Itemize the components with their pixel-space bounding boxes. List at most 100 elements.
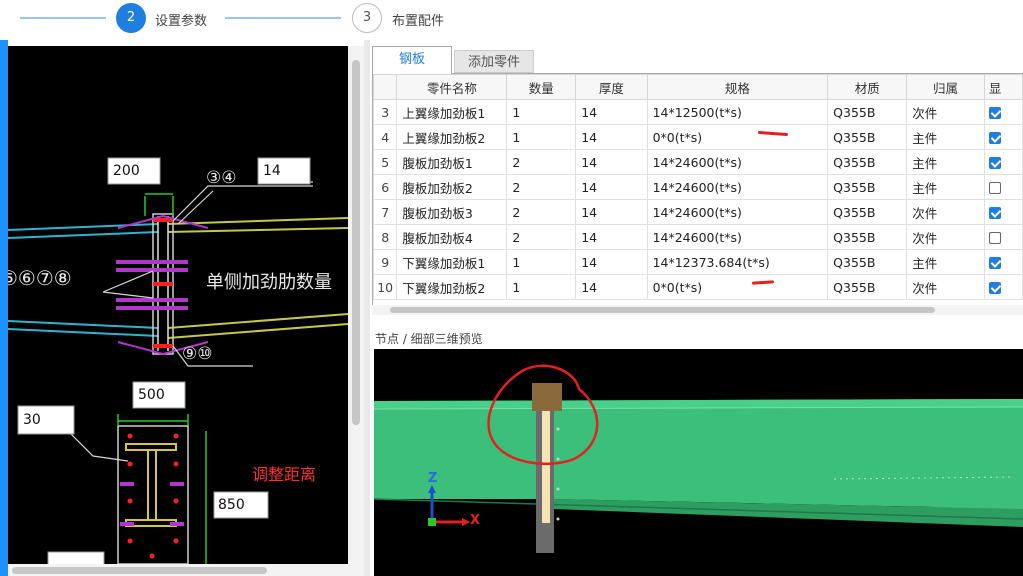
table-row[interactable]: 5 腹板加劲板1 2 14 14*24600(t*s) Q355B 主件 <box>373 149 1023 175</box>
show-checkbox[interactable] <box>988 132 1001 144</box>
show-checkbox[interactable] <box>988 257 1001 269</box>
cell-show <box>983 199 1023 225</box>
cad-drawing-view[interactable]: 200 14 ③④ ⑤⑥⑦⑧ ⑨⑩ 单侧加劲肋数量 500 30 850 调整距… <box>8 46 348 564</box>
stiffener-plates <box>116 193 209 356</box>
cell-thickness[interactable]: 14 <box>575 174 648 200</box>
dimension-thickness-top[interactable]: 14 <box>263 163 281 179</box>
table-row[interactable]: 3 上翼缘加劲板1 1 14 14*12500(t*s) Q355B 次件 <box>373 99 1023 125</box>
table-row[interactable]: 8 腹板加劲板4 2 14 14*24600(t*s) Q355B 次件 <box>373 224 1023 250</box>
step-3-indicator[interactable]: 3 <box>352 3 382 33</box>
cell-thickness[interactable]: 14 <box>575 124 648 150</box>
row-index: 10 <box>373 274 398 300</box>
cell-thickness[interactable]: 14 <box>575 199 648 225</box>
show-checkbox[interactable] <box>988 107 1001 119</box>
cell-name[interactable]: 腹板加劲板1 <box>396 149 508 175</box>
cell-material[interactable]: Q355B <box>827 224 908 250</box>
col-header-thickness[interactable]: 厚度 <box>575 74 648 100</box>
cell-belong[interactable]: 主件 <box>906 124 985 150</box>
table-row[interactable]: 6 腹板加劲板2 2 14 14*24600(t*s) Q355B 主件 <box>373 174 1023 200</box>
cell-thickness[interactable]: 14 <box>575 274 648 300</box>
col-header-qty[interactable]: 数量 <box>506 74 577 100</box>
step-connector <box>225 17 341 19</box>
cell-thickness[interactable]: 14 <box>575 249 648 275</box>
cell-belong[interactable]: 次件 <box>906 274 985 300</box>
cell-qty[interactable]: 2 <box>506 149 577 175</box>
row-index: 3 <box>373 99 398 125</box>
col-header-show[interactable]: 显 <box>983 74 1023 100</box>
cell-belong[interactable]: 主件 <box>906 149 985 175</box>
cell-qty[interactable]: 2 <box>506 174 577 200</box>
cad-horizontal-scroll-thumb[interactable] <box>12 567 267 574</box>
cell-material[interactable]: Q355B <box>827 249 908 275</box>
callout-bottom: ⑨⑩ <box>182 344 213 364</box>
tab-add-part[interactable]: 添加零件 <box>454 50 534 73</box>
cad-drawing <box>8 157 348 564</box>
cell-belong[interactable]: 主件 <box>906 249 985 275</box>
cell-thickness[interactable]: 14 <box>575 99 648 125</box>
show-checkbox[interactable] <box>988 282 1001 294</box>
cell-spec[interactable]: 14*12500(t*s) <box>646 99 829 125</box>
cell-name[interactable]: 下翼缘加劲板1 <box>396 249 508 275</box>
dimension-height-value[interactable]: 850 <box>218 497 245 513</box>
col-header-belong[interactable]: 归属 <box>906 74 985 100</box>
cell-spec[interactable]: 14*24600(t*s) <box>646 174 829 200</box>
cell-name[interactable]: 腹板加劲板4 <box>396 224 508 250</box>
cell-qty[interactable]: 1 <box>506 99 577 125</box>
table-row[interactable]: 4 上翼缘加劲板2 1 14 0*0(t*s) Q355B 主件 <box>373 124 1023 150</box>
cell-qty[interactable]: 2 <box>506 224 577 250</box>
cell-show <box>983 99 1023 125</box>
cell-qty[interactable]: 1 <box>506 124 577 150</box>
cell-material[interactable]: Q355B <box>827 124 908 150</box>
cell-belong[interactable]: 主件 <box>906 174 985 200</box>
table-header-row: 零件名称 数量 厚度 规格 材质 归属 显 <box>373 74 1023 100</box>
col-header-material[interactable]: 材质 <box>827 74 908 100</box>
cell-name[interactable]: 下翼缘加劲板2 <box>396 274 508 300</box>
row-index: 6 <box>373 174 398 200</box>
cad-vertical-scroll-thumb[interactable] <box>352 60 360 425</box>
table-row[interactable]: 10 下翼缘加劲板2 1 14 0*0(t*s) Q355B 次件 <box>373 274 1023 300</box>
cell-qty[interactable]: 1 <box>506 274 577 300</box>
panel-splitter[interactable] <box>364 40 370 576</box>
table-row[interactable]: 7 腹板加劲板3 2 14 14*24600(t*s) Q355B 次件 <box>373 199 1023 225</box>
cell-spec[interactable]: 14*24600(t*s) <box>646 149 829 175</box>
row-index: 5 <box>373 149 398 175</box>
cell-qty[interactable]: 2 <box>506 199 577 225</box>
preview-3d-viewport[interactable]: Z X <box>374 349 1023 576</box>
dimension-width-top[interactable]: 200 <box>113 163 140 179</box>
cell-thickness[interactable]: 14 <box>575 149 648 175</box>
cell-material[interactable]: Q355B <box>827 149 908 175</box>
col-header-spec[interactable]: 规格 <box>646 74 829 100</box>
tab-steel-plate[interactable]: 钢板 <box>372 46 452 74</box>
dimension-width-bottom[interactable]: 500 <box>138 387 165 403</box>
cell-show <box>983 274 1023 300</box>
cell-belong[interactable]: 次件 <box>906 99 985 125</box>
cell-material[interactable]: Q355B <box>827 199 908 225</box>
cell-spec[interactable]: 0*0(t*s) <box>646 274 829 300</box>
cell-spec[interactable]: 0*0(t*s) <box>646 124 829 150</box>
step-2-indicator[interactable]: 2 <box>116 3 146 33</box>
cell-thickness[interactable]: 14 <box>575 224 648 250</box>
step-3-label[interactable]: 布置配件 <box>392 10 444 29</box>
show-checkbox[interactable] <box>988 157 1001 169</box>
cell-spec[interactable]: 14*24600(t*s) <box>646 199 829 225</box>
step-2-label[interactable]: 设置参数 <box>155 10 207 29</box>
cell-material[interactable]: Q355B <box>827 274 908 300</box>
show-checkbox[interactable] <box>988 232 1001 244</box>
cell-spec[interactable]: 14*12373.684(t*s) <box>646 249 829 275</box>
cell-name[interactable]: 腹板加劲板2 <box>396 174 508 200</box>
table-horizontal-scroll-thumb[interactable] <box>390 307 935 313</box>
cell-qty[interactable]: 1 <box>506 249 577 275</box>
cell-material[interactable]: Q355B <box>827 174 908 200</box>
cell-material[interactable]: Q355B <box>827 99 908 125</box>
col-header-name[interactable]: 零件名称 <box>396 74 508 100</box>
cell-belong[interactable]: 次件 <box>906 224 985 250</box>
dimension-left-value[interactable]: 30 <box>23 412 41 428</box>
table-row[interactable]: 9 下翼缘加劲板1 1 14 14*12373.684(t*s) Q355B 主件 <box>373 249 1023 275</box>
show-checkbox[interactable] <box>988 207 1001 219</box>
cell-name[interactable]: 上翼缘加劲板1 <box>396 99 508 125</box>
cell-name[interactable]: 上翼缘加劲板2 <box>396 124 508 150</box>
show-checkbox[interactable] <box>988 182 1001 194</box>
cell-belong[interactable]: 次件 <box>906 199 985 225</box>
cell-spec[interactable]: 14*24600(t*s) <box>646 224 829 250</box>
cell-name[interactable]: 腹板加劲板3 <box>396 199 508 225</box>
